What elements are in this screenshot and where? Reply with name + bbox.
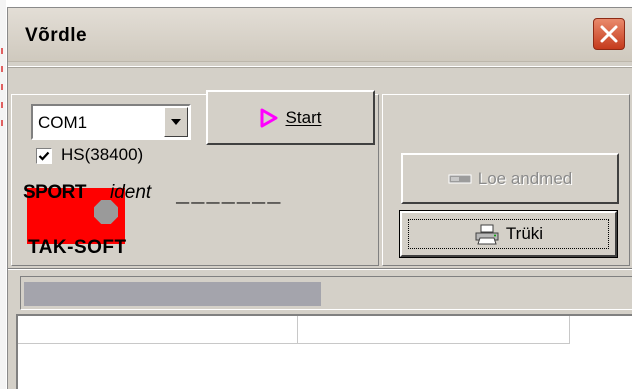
play-icon [260, 108, 278, 127]
background-mark [1, 102, 3, 108]
print-button[interactable]: Trüki [400, 211, 617, 257]
chevron-down-icon [171, 119, 181, 125]
card-number-placeholder: _______ [176, 183, 283, 208]
hs-checkbox[interactable] [36, 148, 52, 164]
logo-ident-text: ident [110, 182, 152, 203]
menu-separator [8, 66, 632, 68]
vordle-window: Võrdle COM1 Start HS(38400) SPORT ident … [7, 7, 632, 389]
port-value: COM1 [38, 113, 88, 132]
desktop: Võrdle COM1 Start HS(38400) SPORT ident … [0, 0, 632, 389]
sportident-logo: SPORT ident TAK-SOFT [22, 182, 186, 262]
progress-fill [24, 282, 321, 306]
results-grid[interactable] [16, 314, 632, 389]
progress-bar [20, 276, 632, 310]
hs-label: HS(38400) [61, 145, 144, 164]
grid-column-header[interactable] [18, 316, 298, 344]
background-mark [1, 84, 3, 90]
printer-icon [475, 224, 499, 245]
close-icon [600, 25, 618, 43]
background-mark [1, 48, 3, 54]
logo-maker-text: TAK-SOFT [28, 237, 127, 258]
dropdown-button[interactable] [164, 107, 188, 137]
start-label: Start [285, 107, 322, 127]
section-divider [8, 268, 632, 270]
start-button[interactable]: Start [206, 90, 375, 145]
background-mark [1, 120, 3, 126]
close-button[interactable] [593, 18, 625, 50]
grid-header [18, 316, 570, 344]
print-label: Trüki [505, 224, 544, 243]
background-window-edge [0, 0, 6, 389]
read-data-label: Loe andmed [477, 168, 573, 188]
title-bar[interactable]: Võrdle [8, 8, 632, 62]
port-select[interactable]: COM1 [31, 104, 191, 140]
read-data-button[interactable]: Loe andmed [401, 153, 619, 204]
check-icon [38, 151, 50, 161]
logo-sport-text: SPORT [23, 182, 86, 203]
grid-column-header[interactable] [298, 316, 570, 344]
card-reader-icon [448, 174, 472, 183]
background-mark [1, 66, 3, 72]
window-title: Võrdle [25, 25, 88, 46]
